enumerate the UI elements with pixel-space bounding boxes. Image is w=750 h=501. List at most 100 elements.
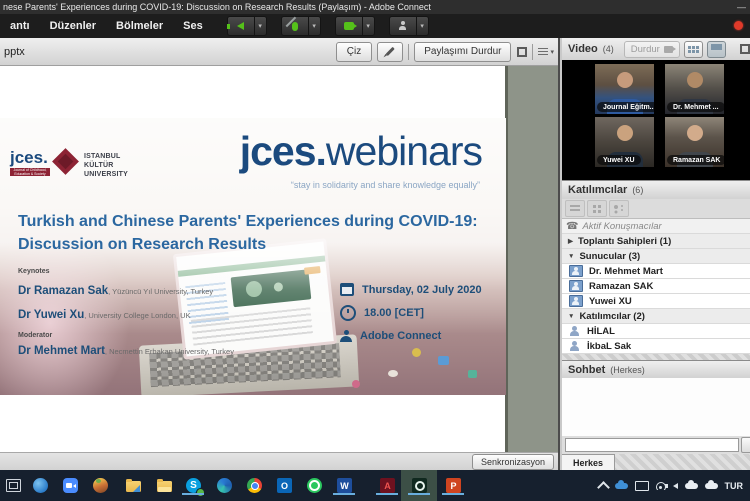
taskbar-acrobat[interactable]: A [376, 476, 398, 495]
chat-send-button[interactable] [740, 437, 750, 453]
shared-screen-gray-margin [505, 66, 558, 452]
taskbar-webex[interactable] [31, 476, 50, 495]
phone-icon: ☎ [566, 220, 579, 232]
video-grid-view-button[interactable] [683, 40, 703, 58]
chat-pod-header: Sohbet (Herkes) [562, 361, 750, 379]
taskbar-documents-folder[interactable] [124, 476, 143, 495]
menu-ses[interactable]: Ses [173, 14, 213, 38]
webcam-dropdown[interactable]: ▾ [362, 16, 375, 36]
webcam-name-label: Journal Eğitm... [597, 102, 654, 112]
presenter-person-icon [340, 330, 352, 342]
divider [408, 43, 410, 60]
taskbar-outlook[interactable]: O [275, 476, 294, 495]
jces-logo-subtitle: Journal of Childhood, Education & Societ… [10, 168, 50, 176]
onedrive-icon[interactable] [614, 479, 628, 489]
cloud-sync-icon[interactable] [684, 479, 698, 489]
display-cast-icon[interactable] [634, 480, 649, 491]
keynote-2: Dr Yuwei Xu, University College London, … [18, 309, 191, 321]
cloud-sync-icon[interactable] [704, 479, 718, 489]
open-app-indicator [333, 493, 355, 495]
video-pod-body: Journal Eğitm... Dr. Mehmet ... Yuwei XU… [562, 60, 750, 180]
webcam-button[interactable] [334, 16, 363, 36]
clock-icon [340, 305, 356, 321]
taskbar-powerpoint[interactable]: P [442, 476, 464, 495]
chrome-icon [247, 478, 262, 493]
video-fullscreen-icon[interactable] [740, 44, 750, 54]
minimize-button[interactable]: — [737, 0, 746, 14]
webcam-tile: Yuwei XU [595, 117, 654, 167]
video-pod: Video (4) Durdur Journal Eğitm... Dr. Me… [562, 38, 750, 180]
participant-row[interactable]: İkbaL Sak [562, 339, 750, 354]
presenters-group-row[interactable]: ▼ Sunucular (3) [562, 249, 750, 264]
tray-chevron-up-icon[interactable] [596, 480, 610, 494]
adobe-connect-icon [412, 478, 427, 493]
taskbar-whatsapp[interactable] [305, 476, 324, 495]
app-icon [93, 478, 108, 493]
participants-status-view-button[interactable] [609, 200, 629, 217]
taskbar-adobe-connect[interactable] [408, 476, 430, 495]
status-dropdown[interactable]: ▾ [416, 16, 429, 36]
participants-grid-view-button[interactable] [587, 200, 607, 217]
menu-duzenler[interactable]: Düzenler [40, 14, 106, 38]
jces-logo: jces. [10, 148, 48, 167]
menu-toplanti[interactable]: antı [0, 14, 40, 38]
taskbar-word[interactable]: W [333, 476, 355, 495]
presentation-slide: jces. Journal of Childhood, Education & … [0, 118, 506, 395]
participants-toolbar [562, 199, 750, 219]
webcam-tile: Ramazan SAK [665, 117, 724, 167]
microphone-dropdown[interactable]: ▾ [308, 16, 321, 36]
taskbar-chrome[interactable] [245, 476, 264, 495]
menu-bolmeler[interactable]: Bölmeler [106, 14, 173, 38]
chat-input[interactable] [565, 438, 739, 452]
speaker-button[interactable] [226, 16, 255, 36]
share-pod: pptx Çiz Paylaşımı Durdur ▾ jces. Journa… [0, 38, 558, 470]
volume-icon[interactable] [664, 482, 678, 489]
grid-view-icon [593, 205, 596, 208]
webcam-face [616, 125, 633, 141]
event-date-row: Thursday, 02 July 2020 [340, 283, 482, 296]
speaker-dropdown[interactable]: ▾ [254, 16, 267, 36]
stop-sharing-button[interactable]: Paylaşımı Durdur [414, 41, 512, 62]
speaker-icon [227, 22, 245, 30]
task-view-button[interactable] [4, 476, 23, 495]
attendees-group-row[interactable]: ▼ Katılımcılar (2) [562, 309, 750, 324]
participants-list-view-button[interactable] [565, 200, 585, 217]
participant-row[interactable]: Ramazan SAK [562, 279, 750, 294]
hosts-group-row[interactable]: ▶ Toplantı Sahipleri (1) [562, 234, 750, 249]
draw-button[interactable]: Çiz [335, 41, 373, 62]
presenter-icon [569, 280, 583, 292]
taskbar-zoom[interactable] [61, 476, 80, 495]
taskbar-file-explorer[interactable] [155, 476, 174, 495]
word-icon: W [337, 478, 352, 493]
video-filmstrip-view-button[interactable] [706, 40, 726, 58]
pointer-pen-button[interactable] [377, 41, 404, 62]
whatsapp-icon [307, 478, 322, 493]
fullscreen-icon[interactable] [517, 46, 528, 57]
participants-pod-header: Katılımcılar (6) [562, 181, 750, 200]
participant-row[interactable]: HİLAL [562, 324, 750, 339]
taskbar-skype[interactable]: S [182, 476, 205, 497]
windows-taskbar: S O W A P TUR [0, 470, 750, 501]
share-pod-menu-button[interactable]: ▾ [538, 48, 554, 56]
sync-button[interactable]: Senkronizasyon [471, 453, 554, 470]
chevron-right-icon: ▶ [568, 238, 573, 245]
taskbar-edge[interactable] [215, 476, 234, 495]
event-time-row: 18.00 [CET] [340, 305, 482, 321]
microphone-muted-button[interactable] [280, 16, 309, 36]
video-stop-button[interactable]: Durdur [623, 40, 680, 58]
file-explorer-icon [157, 478, 172, 492]
right-pod-column: Video (4) Durdur Journal Eğitm... Dr. Me… [558, 38, 750, 472]
language-indicator[interactable]: TUR [725, 481, 744, 491]
webcam-name-label: Dr. Mehmet ... [667, 102, 724, 112]
speakers-block: Keynotes Dr Ramazan Sak, Yüzüncü Yıl Uni… [18, 268, 234, 359]
participant-row[interactable]: Yuwei XU [562, 294, 750, 309]
taskbar-app[interactable] [91, 476, 110, 495]
video-pod-header: Video (4) Durdur [562, 38, 750, 61]
status-view-icon [614, 204, 618, 209]
participants-pod-title: Katılımcılar [568, 184, 628, 196]
participant-row[interactable]: Dr. Mehmet Mart [562, 264, 750, 279]
shared-filename: pptx [4, 45, 25, 58]
webcam-face [686, 125, 703, 141]
share-pod-footer: Senkronizasyon [0, 452, 558, 470]
status-button[interactable] [388, 16, 417, 36]
